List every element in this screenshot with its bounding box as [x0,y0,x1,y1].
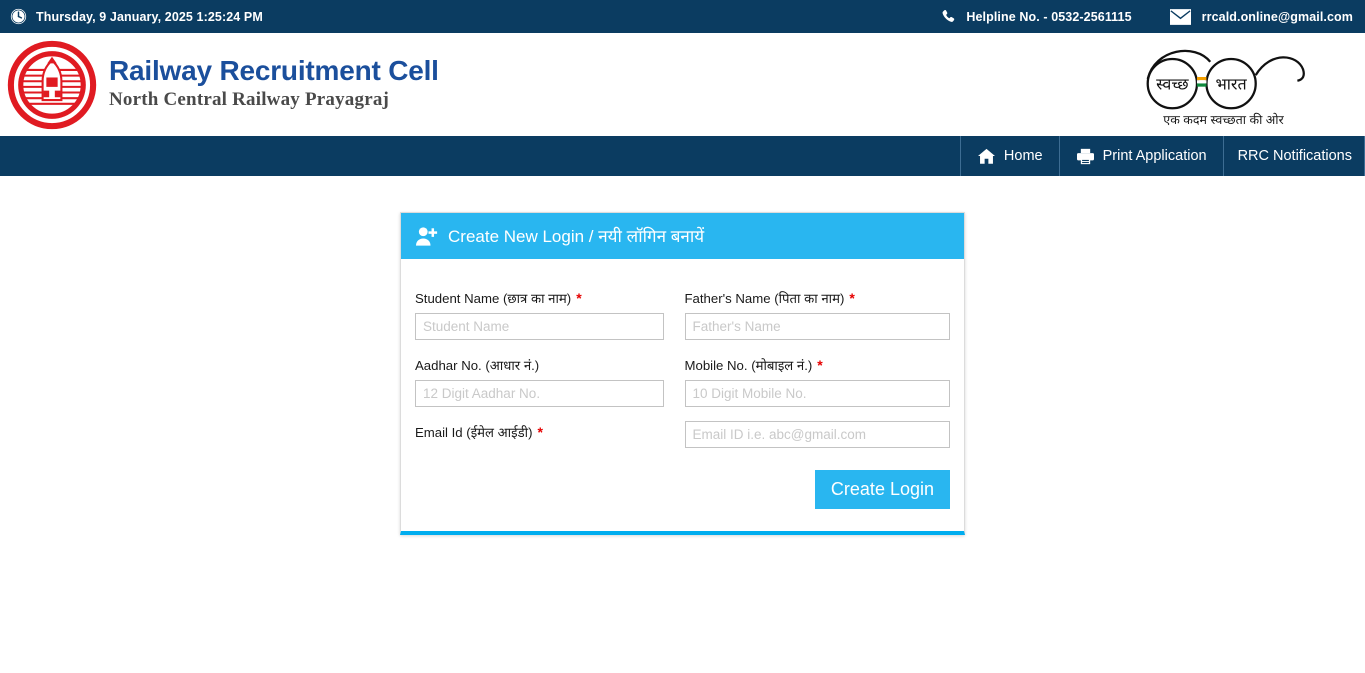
field-group-email-label: Email Id (ईमेल आईडी) * [413,421,683,447]
page-content: Create New Login / नयी लॉगिन बनायें Stud… [0,176,1365,673]
father-name-label: Father's Name (पिता का नाम) * [685,289,951,308]
brand-left-group: Railway Recruitment Cell North Central R… [5,38,439,132]
mobile-no-label-text: Mobile No. (मोबाइल नं.) [684,357,813,373]
student-name-input[interactable] [415,312,664,340]
envelope-icon [1169,8,1191,25]
main-navigation: Home Print Application RRC Notifications [0,136,1365,176]
form-row-aadhar-mobile: Aadhar No. (आधार नं.) Mobile No. (मोबाइल… [413,356,952,407]
nav-item-print-application-label: Print Application [1102,148,1207,164]
swachh-bharat-logo: स्वच्छ भारत एक कदम स्वच्छता की ओर [1126,41,1321,128]
field-group-mobile-no: Mobile No. (मोबाइल नं.) * [683,356,953,407]
mobile-no-label: Mobile No. (मोबाइल नं.) * [685,356,951,375]
email-text: rrcald.online@gmail.com [1201,9,1353,24]
father-name-required-marker: * [849,290,855,306]
user-plus-icon [415,226,438,247]
student-name-required-marker: * [576,290,582,306]
mobile-no-required-marker: * [817,356,823,373]
email-id-label-text: Email Id (ईमेल आईडी) [415,424,533,440]
svg-text:भारत: भारत [1215,76,1247,93]
form-row-names: Student Name (छात्र का नाम) * Father's Na… [413,289,952,340]
card-header: Create New Login / नयी लॉगिन बनायें [401,213,964,259]
nav-item-rrc-notifications-label: RRC Notifications [1237,148,1352,164]
nav-item-rrc-notifications[interactable]: RRC Notifications [1222,136,1365,176]
card-title: Create New Login / नयी लॉगिन बनायें [448,226,705,246]
aadhar-no-input[interactable] [415,379,664,407]
student-name-label-text: Student Name (छात्र का नाम) [415,291,572,306]
aadhar-no-label: Aadhar No. (आधार नं.) [415,356,664,375]
field-group-email-input [683,420,953,448]
datetime-display: Thursday, 9 January, 2025 1:25:24 PM [10,8,263,25]
form-row-email: Email Id (ईमेल आईडी) * [413,420,953,448]
row-spacer-1 [413,344,952,356]
field-group-father-name: Father's Name (पिता का नाम) * [683,289,953,340]
swachh-bharat-spectacles-icon: स्वच्छ भारत [1126,41,1321,113]
field-group-aadhar-no: Aadhar No. (आधार नं.) [413,356,683,407]
indian-railways-emblem-icon [5,38,99,132]
printer-icon [1076,148,1095,165]
student-name-label: Student Name (छात्र का नाम) * [415,289,664,308]
card-body: Student Name (छात्र का नाम) * Father's Na… [401,259,964,531]
phone-icon [940,8,957,25]
father-name-input[interactable] [684,312,950,340]
submit-row: Create Login [413,452,952,513]
email-id-input[interactable] [684,420,950,448]
email-id-required-marker: * [537,423,543,440]
swachh-bharat-caption: एक कदम स्वच्छता की ओर [1163,113,1284,127]
father-name-label-text: Father's Name (पिता का नाम) [684,291,845,306]
nav-item-home[interactable]: Home [959,136,1059,176]
home-icon [977,148,996,165]
topbar-left-group: Thursday, 9 January, 2025 1:25:24 PM [10,8,263,25]
helpline-text: Helpline No. - 0532-2561115 [966,9,1132,24]
create-new-login-card: Create New Login / नयी लॉगिन बनायें Stud… [400,212,965,535]
site-title: Railway Recruitment Cell [109,55,439,87]
nav-item-home-label: Home [1003,148,1043,164]
topbar-right-group: Helpline No. - 0532-2561115 rrcald.onlin… [940,8,1353,25]
email-display: rrcald.online@gmail.com [1169,8,1353,25]
create-login-button[interactable]: Create Login [814,469,950,509]
branding-header: Railway Recruitment Cell North Central R… [0,33,1365,136]
aadhar-no-label-text: Aadhar No. (आधार नं.) [415,357,540,373]
svg-text:स्वच्छ: स्वच्छ [1156,76,1189,93]
email-id-label: Email Id (ईमेल आईडी) * [415,423,664,442]
datetime-text: Thursday, 9 January, 2025 1:25:24 PM [36,9,263,24]
clock-icon [10,8,27,25]
helpline-display: Helpline No. - 0532-2561115 [940,8,1132,25]
field-group-student-name: Student Name (छात्र का नाम) * [413,289,683,340]
nav-item-print-application[interactable]: Print Application [1058,136,1223,176]
brand-text-group: Railway Recruitment Cell North Central R… [109,56,439,112]
mobile-no-input[interactable] [684,379,950,407]
site-subtitle: North Central Railway Prayagraj [109,88,390,110]
top-info-bar: Thursday, 9 January, 2025 1:25:24 PM Hel… [0,0,1365,33]
